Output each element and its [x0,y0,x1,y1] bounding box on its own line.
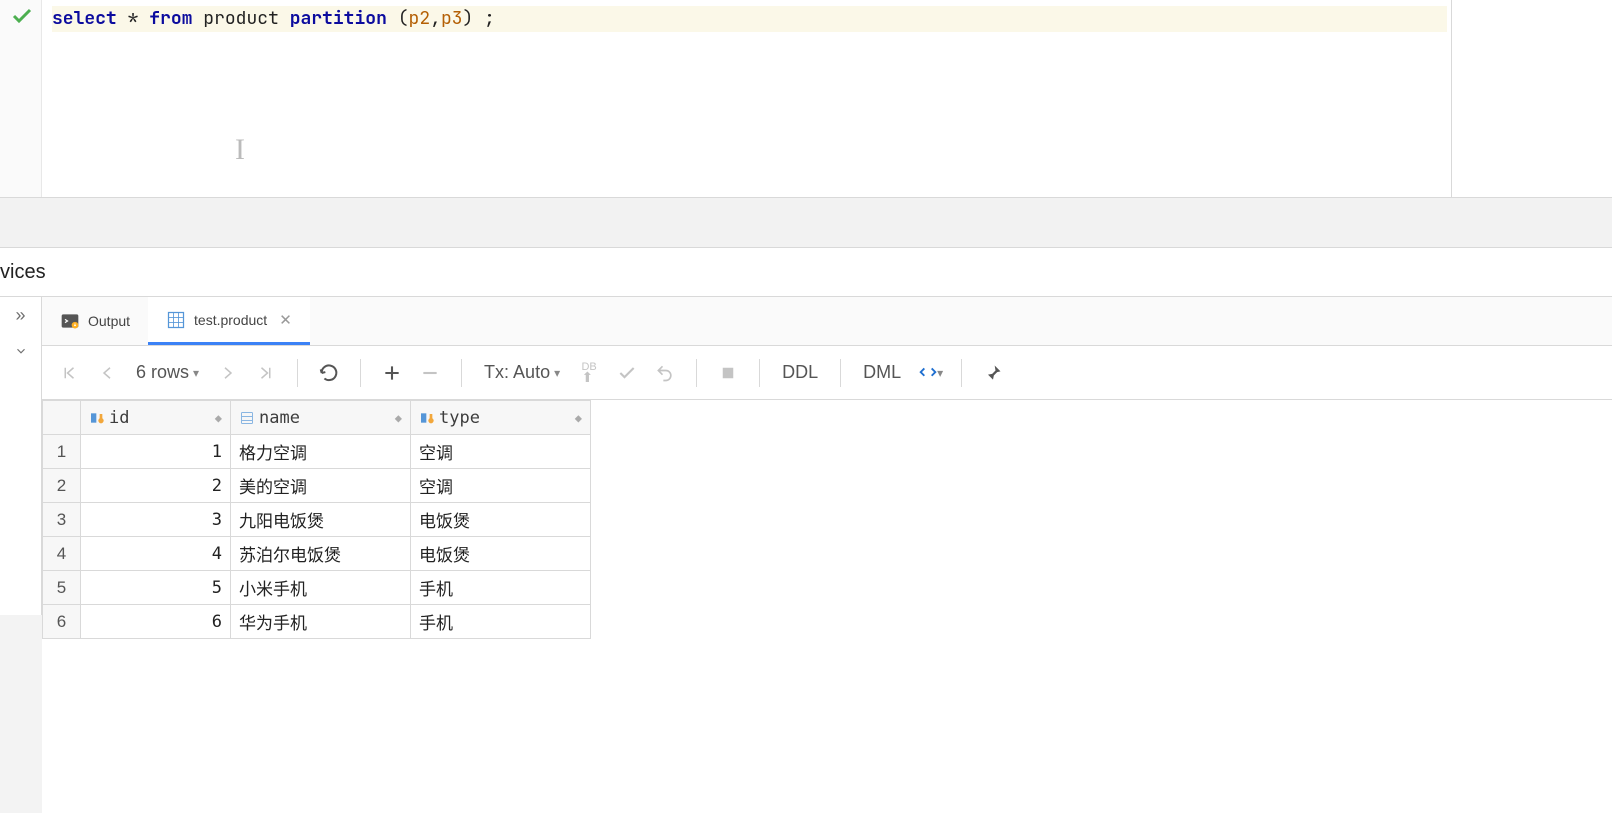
tab-output-label: Output [88,313,130,329]
cell-name[interactable]: 小米手机 [231,571,411,605]
table-row[interactable]: 66华为手机手机 [43,605,591,639]
rollback-icon[interactable] [648,356,682,390]
cell-name[interactable]: 美的空调 [231,469,411,503]
add-row-icon[interactable] [375,356,409,390]
console-icon [60,311,80,331]
separator [696,359,697,387]
column-header-id[interactable]: id ◆ [81,401,231,435]
separator [840,359,841,387]
cell-type[interactable]: 手机 [411,605,591,639]
column-header-type[interactable]: type ◆ [411,401,591,435]
cell-id[interactable]: 2 [81,469,231,503]
row-number: 4 [43,537,81,571]
row-number: 2 [43,469,81,503]
column-icon [239,408,255,428]
cell-type[interactable]: 电饭煲 [411,503,591,537]
close-icon[interactable]: ✕ [279,311,292,329]
ddl-button[interactable]: DDL [774,362,826,383]
cell-type[interactable]: 空调 [411,435,591,469]
prev-page-icon[interactable] [90,356,124,390]
table-icon [166,310,186,330]
tx-mode-dropdown[interactable]: Tx: Auto ▾ [476,362,568,383]
tab-output[interactable]: Output [42,297,148,345]
stop-icon[interactable] [711,356,745,390]
sort-icon: ◆ [215,411,222,425]
result-grid[interactable]: id ◆ name ◆ [42,400,591,639]
cell-type[interactable]: 空调 [411,469,591,503]
tab-result[interactable]: test.product ✕ [148,297,310,345]
cell-type[interactable]: 电饭煲 [411,537,591,571]
cell-name[interactable]: 华为手机 [231,605,411,639]
first-page-icon[interactable] [52,356,86,390]
table-row[interactable]: 11格力空调空调 [43,435,591,469]
reload-icon[interactable] [312,356,346,390]
table-row[interactable]: 44苏泊尔电饭煲电饭煲 [43,537,591,571]
collapse-down-icon[interactable] [0,334,41,371]
separator [759,359,760,387]
db-submit-icon[interactable]: DB⬆ [572,356,606,390]
rows-count-label: 6 rows [136,362,189,383]
editor-right-border [1451,0,1452,198]
sql-editor[interactable]: select * from product partition (p2,p3) … [0,0,1612,198]
cell-id[interactable]: 1 [81,435,231,469]
next-page-icon[interactable] [211,356,245,390]
cell-id[interactable]: 4 [81,537,231,571]
rownum-header [43,401,81,435]
dml-button[interactable]: DML [855,362,909,383]
sql-statement[interactable]: select * from product partition (p2,p3) … [52,6,1447,32]
primary-key-icon [89,408,105,428]
compare-icon[interactable]: ▾ [913,356,947,390]
sort-icon: ◆ [395,411,402,425]
status-ok-icon [10,4,34,28]
commit-icon[interactable] [610,356,644,390]
chevron-down-icon: ▾ [937,366,943,380]
cell-id[interactable]: 3 [81,503,231,537]
splitter-bar[interactable] [0,198,1612,248]
cell-name[interactable]: 苏泊尔电饭煲 [231,537,411,571]
cell-id[interactable]: 5 [81,571,231,605]
remove-row-icon[interactable] [413,356,447,390]
table-row[interactable]: 55小米手机手机 [43,571,591,605]
expand-right-icon[interactable]: » [0,297,41,334]
chevron-down-icon: ▾ [193,366,199,380]
tab-result-label: test.product [194,312,267,328]
cell-name[interactable]: 格力空调 [231,435,411,469]
column-label: id [109,408,129,428]
row-number: 5 [43,571,81,605]
primary-key-icon [419,408,435,428]
last-page-icon[interactable] [249,356,283,390]
header-row: id ◆ name ◆ [43,401,591,435]
table-row[interactable]: 22美的空调空调 [43,469,591,503]
panel-title-fragment: vices [0,257,46,288]
pin-icon[interactable] [976,356,1010,390]
column-label: name [259,408,300,428]
separator [961,359,962,387]
separator [297,359,298,387]
cell-name[interactable]: 九阳电饭煲 [231,503,411,537]
sort-icon: ◆ [575,411,582,425]
gutter-fill [0,615,42,813]
rows-count-dropdown[interactable]: 6 rows ▾ [128,362,207,383]
row-number: 6 [43,605,81,639]
separator [461,359,462,387]
row-number: 1 [43,435,81,469]
result-toolbar: 6 rows ▾ Tx: Auto ▾ DB⬆ DDL DML ▾ [42,346,1612,400]
chevron-down-icon: ▾ [554,366,560,380]
tx-mode-label: Tx: Auto [484,362,550,383]
cell-type[interactable]: 手机 [411,571,591,605]
result-tabs: Output test.product ✕ [42,296,1612,346]
editor-gutter [0,0,42,197]
separator [360,359,361,387]
cell-id[interactable]: 6 [81,605,231,639]
row-number: 3 [43,503,81,537]
table-row[interactable]: 33九阳电饭煲电饭煲 [43,503,591,537]
column-header-name[interactable]: name ◆ [231,401,411,435]
text-caret-icon: I [235,135,237,169]
column-label: type [439,408,480,428]
